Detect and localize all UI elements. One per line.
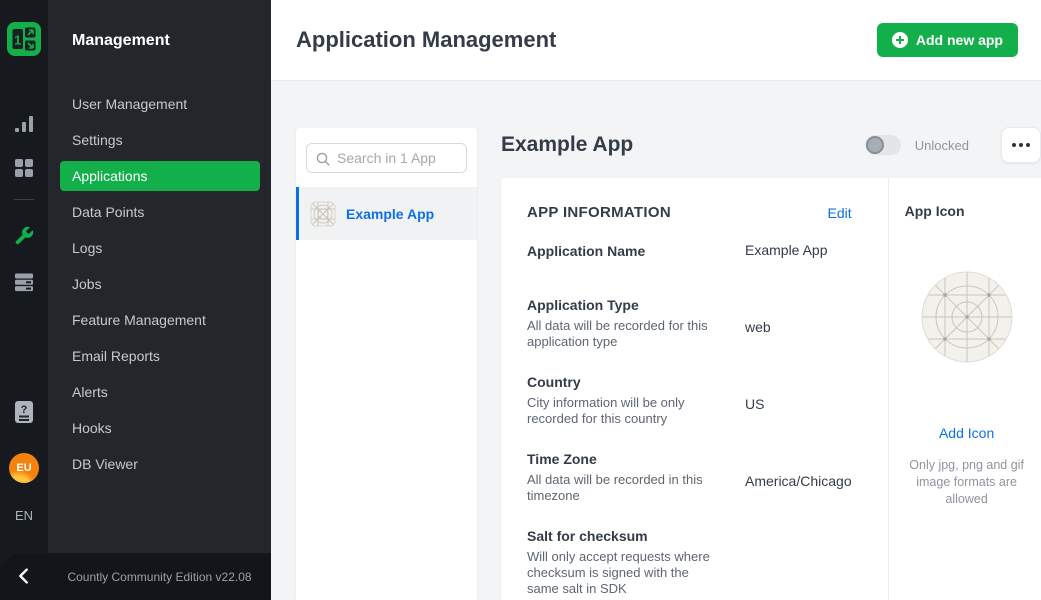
field-label-block: Salt for checksum Will only accept reque… [527,526,717,597]
add-icon-link[interactable]: Add Icon [905,425,1029,441]
app-search [296,128,477,187]
more-options-button[interactable] [1001,127,1041,163]
analytics-bar-chart-icon[interactable] [12,112,36,136]
field-description: Will only accept requests where checksum… [527,549,717,597]
ellipsis-icon [1019,143,1023,147]
lock-status-label: Unlocked [915,138,969,153]
app-icon-placeholder [921,271,1013,363]
info-field-row: Time Zone All data will be recorded in t… [527,449,852,504]
lock-toggle[interactable] [865,135,901,155]
field-value: US [745,395,764,427]
app-name-label: Example App [346,206,434,222]
sidebar-item-label: Applications [72,168,148,184]
page-title: Application Management [296,27,556,53]
sidebar-item-label: Settings [72,132,123,148]
rail-divider [14,199,34,200]
app-icon-section: App Icon [888,178,1041,600]
sidebar-menu-item[interactable]: Settings [60,122,260,158]
info-field-row: Salt for checksum Will only accept reque… [527,526,852,597]
assistant-help-icon[interactable]: ? [12,400,36,424]
sidebar-item-label: Data Points [72,204,144,220]
add-new-app-button[interactable]: Add new app [877,23,1018,57]
sidebar-item-label: User Management [72,96,187,112]
app-information-fields: Application Name Example App Application… [527,241,852,597]
sidebar-menu-item[interactable]: Alerts [60,374,260,410]
app-information-header: APP INFORMATION Edit [527,204,852,221]
field-value: Example App [745,241,828,264]
language-selector[interactable]: EN [0,508,48,523]
field-label-block: Country City information will be only re… [527,372,717,427]
field-description: City information will be only recorded f… [527,395,717,427]
app-list: Example App [296,187,477,240]
management-wrench-icon[interactable] [12,224,36,248]
application-management-page: 1 [0,0,1041,600]
dashboard-grid-icon[interactable] [12,156,36,180]
svg-text:1: 1 [14,33,21,48]
app-list-item[interactable]: Example App [296,187,477,240]
field-description: All data will be recorded in this timezo… [527,472,717,504]
sidebar-item-label: Logs [72,240,102,256]
sidebar-item-label: DB Viewer [72,456,138,472]
app-detail-title: Example App [501,133,865,157]
sidebar-menu-item[interactable]: Jobs [60,266,260,302]
sidebar-menu-item[interactable]: Email Reports [60,338,260,374]
app-icon-hint: Only jpg, png and gif image formats are … [905,457,1029,508]
sidebar-footer: Countly Community Edition v22.08 [0,553,271,600]
sidebar-title: Management [48,0,271,50]
info-field-row: Application Name Example App [527,241,852,264]
search-input[interactable] [306,143,467,173]
field-label: Time Zone [527,449,717,469]
user-avatar[interactable]: EU [9,453,39,483]
edit-link[interactable]: Edit [827,205,851,221]
sidebar-menu-item[interactable]: Logs [60,230,260,266]
app-icon-title: App Icon [905,203,1029,219]
sidebar-item-label: Feature Management [72,312,206,328]
field-label-block: Application Name [527,241,717,264]
main-area: Application Management Add new app [271,0,1041,600]
field-label: Application Name [527,241,717,261]
wireframe-globe-icon [921,271,1013,363]
sidebar-menu: User Management Settings Applications Da… [48,86,271,482]
info-field-row: Country City information will be only re… [527,372,852,427]
icon-rail: 1 [0,0,48,600]
collapse-sidebar-button[interactable] [13,565,35,587]
field-description: All data will be recorded for this appli… [527,318,717,350]
sidebar-item-label: Jobs [72,276,102,292]
section-title: APP INFORMATION [527,204,671,221]
field-label-block: Application Type All data will be record… [527,295,717,350]
server-icon[interactable] [12,270,36,294]
field-label: Salt for checksum [527,526,717,546]
field-value: America/Chicago [745,472,852,504]
app-detail-header: Example App Unlocked [501,123,1041,167]
content-area: Example App Example App Unlocked [271,81,1041,600]
field-label-block: Time Zone All data will be recorded in t… [527,449,717,504]
sidebar-menu-item[interactable]: Applications [60,161,260,191]
page-header: Application Management Add new app [271,0,1041,81]
app-list-panel: Example App [296,128,477,600]
sidebar-menu-item[interactable]: Feature Management [60,302,260,338]
app-thumbnail-icon [310,201,336,227]
sidebar-menu-item[interactable]: DB Viewer [60,446,260,482]
field-value: web [745,318,771,350]
countly-logo-icon[interactable]: 1 [7,22,41,56]
sidebar-item-label: Alerts [72,384,108,400]
svg-text:?: ? [21,404,28,416]
lock-cluster: Unlocked [865,127,1041,163]
add-new-app-label: Add new app [916,32,1003,48]
toggle-knob [866,136,884,154]
management-sidebar: Management User Management Settings Appl… [48,0,271,600]
plus-icon [892,32,908,48]
info-field-row: Application Type All data will be record… [527,295,852,350]
sidebar-item-label: Hooks [72,420,112,436]
app-detail-card: APP INFORMATION Edit Application Name Ex… [501,178,1041,600]
app-information-section: APP INFORMATION Edit Application Name Ex… [501,178,888,600]
version-label: Countly Community Edition v22.08 [48,553,271,600]
sidebar-menu-item[interactable]: Hooks [60,410,260,446]
sidebar-item-label: Email Reports [72,348,160,364]
avatar-initials: EU [16,462,31,474]
sidebar-menu-item[interactable]: User Management [60,86,260,122]
sidebar-menu-item[interactable]: Data Points [60,194,260,230]
field-label: Country [527,372,717,392]
field-label: Application Type [527,295,717,315]
